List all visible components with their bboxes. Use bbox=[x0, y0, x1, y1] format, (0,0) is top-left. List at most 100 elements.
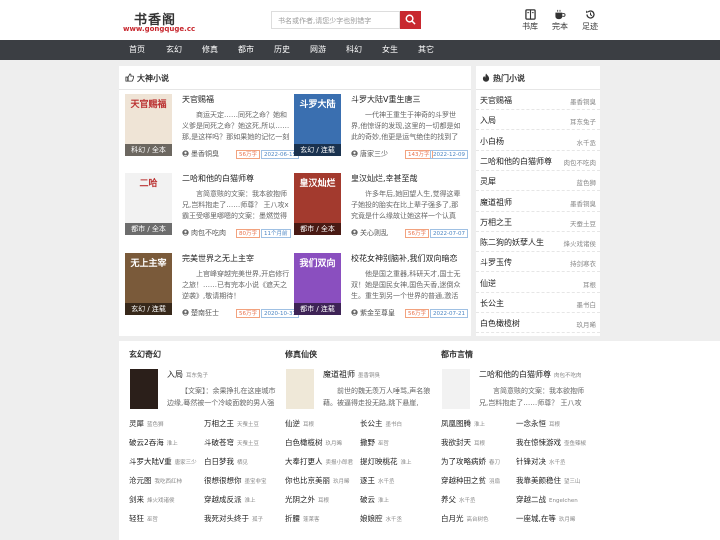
list-item[interactable]: 我靠美颜稳住 望三山 bbox=[516, 475, 591, 490]
hot-book-title[interactable]: 斗罗玉传 bbox=[480, 257, 512, 268]
book-title[interactable]: 完美世界之无上主宰 bbox=[182, 253, 254, 264]
hot-list-item[interactable]: 灵犀 蓝色狮 bbox=[476, 171, 600, 192]
list-item[interactable]: 针锋对决 水千丞 bbox=[516, 456, 591, 471]
list-item[interactable]: 白月光 高台树色 bbox=[441, 513, 516, 528]
section-title[interactable]: 都市言情 bbox=[441, 349, 473, 360]
book-title[interactable]: 皇汉灿烂,幸甚至哉 bbox=[351, 173, 418, 184]
book-cover[interactable] bbox=[130, 369, 158, 409]
list-item[interactable]: 万相之王 天蚕土豆 bbox=[204, 418, 279, 433]
list-item[interactable]: 白色橄榄树 玖月晞 bbox=[285, 437, 360, 452]
book-title[interactable]: 斗罗大陆V重生唐三 bbox=[351, 94, 420, 105]
bookshelf-link[interactable]: 书库 bbox=[518, 9, 542, 32]
hot-book-title[interactable]: 魔道祖师 bbox=[480, 197, 512, 208]
list-item[interactable]: 我欲封天 耳根 bbox=[441, 437, 516, 452]
section-featured-book[interactable]: 二哈和他的白猫师尊 肉包不吃肉 言简意赅的文案：我本欲抱师兄,岂料抱走了……师尊？ … bbox=[441, 369, 591, 419]
book-author[interactable]: 楚南狂士 bbox=[182, 308, 219, 318]
book-cover[interactable] bbox=[442, 369, 470, 409]
list-item[interactable]: 凤凰图腾 淮上 bbox=[441, 418, 516, 433]
list-item[interactable]: 白日梦我 栖见 bbox=[204, 456, 279, 471]
hot-book-title[interactable]: 天官赐福 bbox=[480, 95, 512, 106]
nav-home[interactable]: 首页 bbox=[129, 44, 145, 55]
list-item[interactable]: 折腰 蓬莱客 bbox=[285, 513, 360, 528]
list-item[interactable]: 一座城,在等 玖月晞 bbox=[516, 513, 591, 528]
list-item[interactable]: 斗破苍穹 天蚕土豆 bbox=[204, 437, 279, 452]
hot-list-item[interactable]: 天官赐福 墨香铜臭 bbox=[476, 90, 600, 110]
list-item[interactable]: 长公主 墨书白 bbox=[360, 418, 435, 433]
book-card[interactable]: 我们双向 都市 / 连载 校花女神别脑补,我们双向暗恋 他是国之重器,科研天才,国士无… bbox=[294, 253, 468, 333]
nav-dushi[interactable]: 都市 bbox=[238, 44, 254, 55]
list-item[interactable]: 仙逆 耳根 bbox=[285, 418, 360, 433]
list-item[interactable]: 养父 水千丞 bbox=[441, 494, 516, 509]
hot-book-title[interactable]: 灵犀 bbox=[480, 176, 496, 187]
list-item[interactable]: 为了攻略病娇 春刀 bbox=[441, 456, 516, 471]
book-author[interactable]: 肉包不吃肉 bbox=[182, 228, 226, 238]
list-item[interactable]: 破云2吞海 淮上 bbox=[129, 437, 204, 452]
list-item[interactable]: 很想很想你 墨宝非宝 bbox=[204, 475, 279, 490]
hot-list-item[interactable]: 陈二狗的妖孽人生 烽火戏诸侯 bbox=[476, 232, 600, 253]
nav-nvsheng[interactable]: 女生 bbox=[382, 44, 398, 55]
hot-list-item[interactable]: 魔道祖师 墨香铜臭 bbox=[476, 192, 600, 212]
list-item[interactable]: 一念永恒 耳根 bbox=[516, 418, 591, 433]
book-card[interactable]: 皇汉灿烂 都市 / 全本 皇汉灿烂,幸甚至哉 许多年后,她回望人生,觉得这辈子她投的胎… bbox=[294, 173, 468, 253]
book-cover[interactable]: 皇汉灿烂 都市 / 全本 bbox=[294, 173, 341, 235]
list-item[interactable]: 提灯映桃花 淮上 bbox=[360, 456, 435, 471]
book-cover[interactable] bbox=[286, 369, 314, 409]
history-link[interactable]: 足迹 bbox=[578, 9, 602, 32]
book-title[interactable]: 天官赐福 bbox=[182, 94, 214, 105]
list-item[interactable]: 撒野 巫哲 bbox=[360, 437, 435, 452]
list-item[interactable]: 娘娘腔 水千丞 bbox=[360, 513, 435, 528]
list-item[interactable]: 灵犀 蓝色狮 bbox=[129, 418, 204, 433]
book-card[interactable]: 二哈 都市 / 全本 二哈和他的白猫师尊 言简意赅的文案：我本欲抱师兄,岂料抱走了……… bbox=[125, 173, 293, 253]
book-cover[interactable]: 天官赐福 科幻 / 全本 bbox=[125, 94, 172, 156]
list-item[interactable]: 大奉打更人 卖报小郎君 bbox=[285, 456, 360, 471]
section-title[interactable]: 玄幻奇幻 bbox=[129, 349, 161, 360]
hot-list-item[interactable]: 万相之王 天蚕土豆 bbox=[476, 212, 600, 232]
book-author[interactable]: 紫金至尊皇 bbox=[351, 308, 395, 318]
hot-list-item[interactable]: 白色橄榄树 玖月晞 bbox=[476, 313, 600, 334]
book-author[interactable]: 唐家三少 bbox=[351, 149, 388, 159]
section-featured-book[interactable]: 入局 耳东兔子 【文案】：余果挣扎在这座城市边缘,蓦然被一个冷峻面貌的男人强 bbox=[129, 369, 279, 419]
list-item[interactable]: 穿越二战 Engelchen bbox=[516, 494, 591, 509]
book-cover[interactable]: 二哈 都市 / 全本 bbox=[125, 173, 172, 235]
search-button[interactable] bbox=[400, 11, 421, 29]
hot-book-title[interactable]: 陈二狗的妖孽人生 bbox=[480, 237, 544, 248]
hot-book-title[interactable]: 小白杨 bbox=[480, 136, 504, 147]
list-item[interactable]: 穿越种田之贫 羽扇 bbox=[441, 475, 516, 490]
hot-book-title[interactable]: 长公主 bbox=[480, 298, 504, 309]
list-item[interactable]: 我在惊悚游戏 壶鱼辣椒 bbox=[516, 437, 591, 452]
hot-book-title[interactable]: 白色橄榄树 bbox=[480, 318, 520, 329]
book-card[interactable]: 无上主宰 玄幻 / 连载 完美世界之无上主宰 上官峰穿越完美世界,开启修行之旅！……已… bbox=[125, 253, 299, 333]
list-item[interactable]: 你也比京美丽 玖月晞 bbox=[285, 475, 360, 490]
list-item[interactable]: 光阴之外 耳根 bbox=[285, 494, 360, 509]
hot-list-item[interactable]: 二哈和他的白猫师尊 肉包不吃肉 bbox=[476, 151, 600, 171]
list-item[interactable]: 斗罗大陆V重 唐家三少 bbox=[129, 456, 204, 471]
hot-book-title[interactable]: 万相之王 bbox=[480, 217, 512, 228]
book-title[interactable]: 魔道祖师 墨香铜臭 bbox=[323, 369, 380, 380]
completed-link[interactable]: 完本 bbox=[548, 9, 572, 32]
book-cover[interactable]: 无上主宰 玄幻 / 连载 bbox=[125, 253, 172, 315]
hot-list-item[interactable]: 长公主 墨书白 bbox=[476, 293, 600, 313]
hot-book-title[interactable]: 入局 bbox=[480, 115, 496, 126]
book-cover[interactable]: 我们双向 都市 / 连载 bbox=[294, 253, 341, 315]
list-item[interactable]: 穿越成反派 淮上 bbox=[204, 494, 279, 509]
nav-xiuzhen[interactable]: 修真 bbox=[202, 44, 218, 55]
book-author[interactable]: 墨香铜臭 bbox=[182, 149, 219, 159]
list-item[interactable]: 剑来 烽火戏诸侯 bbox=[129, 494, 204, 509]
hot-list-item[interactable]: 小白杨 水千丞 bbox=[476, 131, 600, 151]
book-title[interactable]: 校花女神别脑补,我们双向暗恋 bbox=[351, 253, 458, 264]
section-title[interactable]: 修真仙侠 bbox=[285, 349, 317, 360]
list-item[interactable]: 逐王 水千丞 bbox=[360, 475, 435, 490]
search-input[interactable]: 书名或作者,请您少字也别错字 bbox=[271, 11, 400, 29]
nav-kehuan[interactable]: 科幻 bbox=[346, 44, 362, 55]
list-item[interactable]: 轻狂 巫哲 bbox=[129, 513, 204, 528]
hot-book-title[interactable]: 仙逆 bbox=[480, 278, 496, 289]
book-title[interactable]: 二哈和他的白猫师尊 肉包不吃肉 bbox=[479, 369, 582, 380]
hot-list-item[interactable]: 仙逆 耳根 bbox=[476, 273, 600, 293]
book-card[interactable]: 天官赐福 科幻 / 全本 天官赐福 商运天定……同死之命？她和义爹是同死之命？她这死,… bbox=[125, 94, 299, 174]
hot-list-item[interactable]: 入局 耳东兔子 bbox=[476, 110, 600, 131]
book-card[interactable]: 斗罗大陆 玄幻 / 连载 斗罗大陆V重生唐三 一代神王重生于神奇的斗罗世界,他惊讶的发… bbox=[294, 94, 468, 174]
nav-qita[interactable]: 其它 bbox=[418, 44, 434, 55]
nav-wangyou[interactable]: 网游 bbox=[310, 44, 326, 55]
section-featured-book[interactable]: 魔道祖师 墨香铜臭 前世的魏无羡万人唾骂,声名狼藉。被逼得走投无路,跳下悬崖, bbox=[285, 369, 435, 419]
book-author[interactable]: 关心则乱 bbox=[351, 228, 388, 238]
